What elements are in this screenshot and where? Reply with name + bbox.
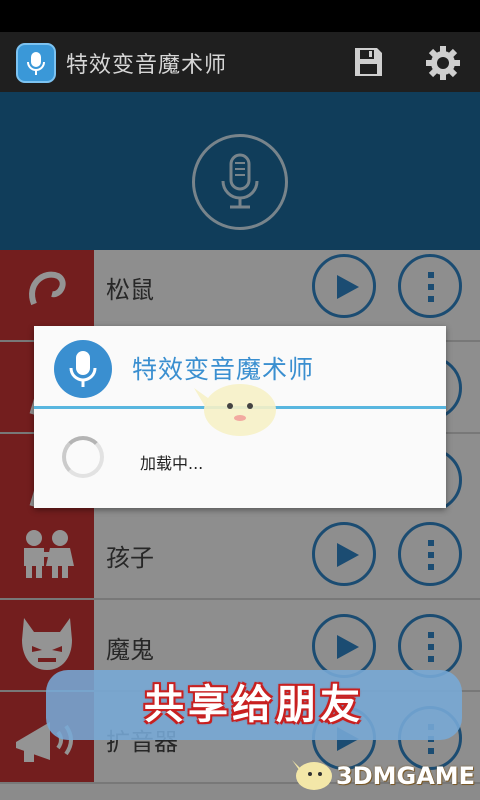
gear-icon — [426, 46, 460, 80]
save-button[interactable] — [350, 44, 386, 80]
settings-button[interactable] — [424, 44, 462, 82]
dialog-message: 加载中... — [140, 454, 204, 473]
microphone-icon — [27, 52, 45, 75]
share-banner: 共享给朋友 — [46, 670, 462, 740]
status-bar — [0, 0, 480, 32]
save-icon — [355, 48, 382, 76]
watermark-text: 3DMGAME — [336, 762, 476, 790]
loading-spinner-icon — [62, 436, 104, 478]
app-logo-icon — [16, 43, 56, 83]
watermark-logo-icon — [292, 760, 332, 790]
microphone-icon — [69, 351, 97, 387]
app-logo-icon — [54, 340, 112, 398]
share-banner-text: 共享给朋友 — [144, 682, 364, 728]
app-title: 特效变音魔术师 — [66, 53, 228, 78]
mascot-watermark-icon — [194, 384, 276, 436]
